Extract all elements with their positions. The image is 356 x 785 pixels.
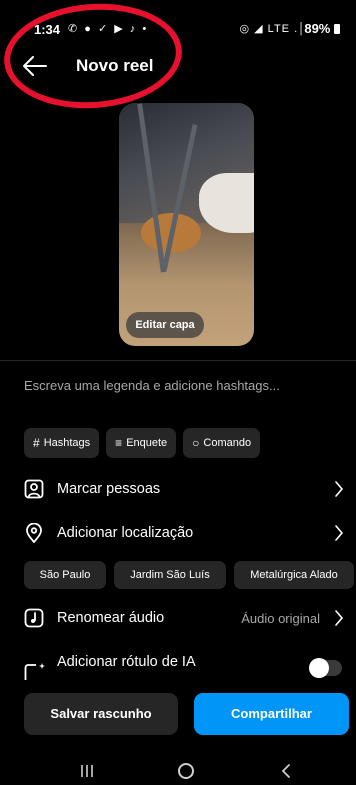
location-pin-icon bbox=[26, 523, 42, 543]
cover-image-detail bbox=[199, 173, 254, 233]
chip-label: Hashtags bbox=[43, 437, 91, 449]
location-chip[interactable]: Jardim São Luís bbox=[114, 561, 226, 589]
system-nav-bar bbox=[0, 758, 356, 785]
share-button[interactable]: Compartilhar bbox=[194, 693, 349, 735]
reel-cover-preview[interactable] bbox=[119, 103, 254, 346]
chip-label: Enquete bbox=[126, 437, 168, 449]
chevron-right-icon bbox=[335, 610, 344, 626]
header: Novo reel bbox=[0, 44, 356, 88]
audio-value: Áudio original bbox=[241, 611, 320, 626]
prompt-icon: ○ bbox=[192, 436, 200, 450]
ai-label-toggle[interactable] bbox=[309, 658, 342, 678]
add-location-label: Adicionar localização bbox=[57, 525, 194, 541]
caption-input[interactable]: Escreva uma legenda e adicione hashtags.… bbox=[24, 378, 280, 393]
chip-label: Comando bbox=[203, 437, 252, 449]
tag-person-icon bbox=[24, 479, 44, 499]
arrow-left-icon[interactable] bbox=[22, 54, 48, 78]
edit-cover-button[interactable]: Editar capa bbox=[126, 312, 204, 338]
status-bar: 1:34 ✆ ● ✓ ▶ ♪ • ◎ ◢ LTE .│ 89% bbox=[0, 0, 356, 40]
caption-chips: # Hashtags ≡ Enquete ○ Comando bbox=[24, 428, 261, 458]
audio-icon bbox=[24, 608, 44, 628]
divider bbox=[0, 360, 356, 361]
rename-audio-label: Renomear áudio bbox=[57, 610, 165, 626]
page-title: Novo reel bbox=[76, 56, 154, 75]
tag-people-label: Marcar pessoas bbox=[57, 481, 161, 497]
save-draft-button[interactable]: Salvar rascunho bbox=[24, 693, 178, 735]
tag-people-row[interactable]: Marcar pessoas bbox=[0, 469, 356, 509]
chevron-right-icon bbox=[335, 525, 344, 541]
toggle-knob bbox=[309, 658, 329, 678]
ai-label-row[interactable]: Adicionar rótulo de IA bbox=[0, 648, 356, 682]
poll-icon: ≡ bbox=[115, 436, 123, 450]
bottom-actions: Salvar rascunho Compartilhar bbox=[0, 680, 356, 758]
rename-audio-row[interactable]: Renomear áudio Áudio original bbox=[0, 598, 356, 638]
home-icon[interactable] bbox=[178, 763, 194, 779]
hashtag-icon: # bbox=[33, 436, 40, 450]
connectivity-icons: ◎ ◢ LTE .│ bbox=[239, 23, 306, 35]
prompt-chip[interactable]: ○ Comando bbox=[183, 428, 261, 458]
nav-back-icon[interactable] bbox=[280, 763, 292, 779]
add-location-row[interactable]: Adicionar localização bbox=[0, 513, 356, 553]
status-time: 1:34 bbox=[34, 22, 61, 37]
location-chip[interactable]: São Paulo bbox=[24, 561, 106, 589]
battery-level: 89% bbox=[304, 21, 340, 36]
chevron-right-icon bbox=[335, 481, 344, 497]
hashtags-chip[interactable]: # Hashtags bbox=[24, 428, 100, 458]
ai-label-icon bbox=[24, 663, 45, 682]
ai-label-title: Adicionar rótulo de IA bbox=[57, 654, 196, 670]
recent-apps-icon[interactable] bbox=[80, 764, 94, 778]
location-chip[interactable]: Metalúrgica Alado bbox=[234, 561, 354, 589]
notification-icons: ✆ ● ✓ ▶ ♪ • bbox=[68, 23, 149, 35]
poll-chip[interactable]: ≡ Enquete bbox=[106, 428, 177, 458]
location-suggestions: São Paulo Jardim São Luís Metalúrgica Al… bbox=[24, 561, 354, 589]
